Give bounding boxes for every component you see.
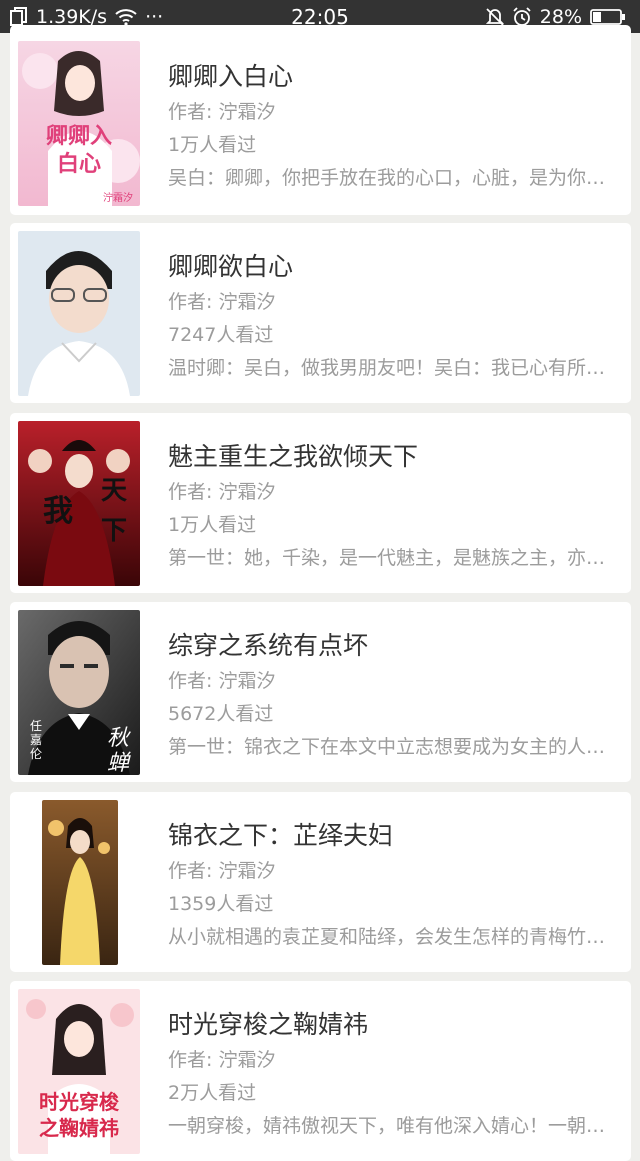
svg-text:蝉: 蝉 <box>107 751 131 775</box>
book-author: 作者: 泞霜汐 <box>168 291 276 313</box>
svg-text:天: 天 <box>101 476 127 506</box>
svg-text:下: 下 <box>101 516 127 546</box>
book-card[interactable]: 任 嘉 伦 秋 蝉 综穿之系统有点坏 作者: 泞霜汐 5672人看过 第一世：锦… <box>10 602 631 782</box>
book-cover-image: 时光穿梭 之鞠婧祎 <box>18 989 140 1154</box>
book-description: 温时卿：吴白，做我男朋友吧！吴白：我已心有所属。 <box>168 357 611 379</box>
svg-text:时光穿梭: 时光穿梭 <box>39 1090 120 1114</box>
svg-text:嘉: 嘉 <box>30 733 42 747</box>
book-views: 7247人看过 <box>168 324 274 346</box>
book-info: 综穿之系统有点坏 作者: 泞霜汐 5672人看过 第一世：锦衣之下在本文中立志想… <box>168 628 611 764</box>
book-card[interactable]: 卿卿欲白心 作者: 泞霜汐 7247人看过 温时卿：吴白，做我男朋友吧！吴白：我… <box>10 223 631 403</box>
svg-text:白心: 白心 <box>57 151 101 177</box>
alarm-clock-icon <box>512 6 532 27</box>
book-cover-image: 卿卿入 白心 泞霜汐 <box>18 41 140 206</box>
book-cover-image <box>42 800 118 965</box>
svg-text:泞霜汐: 泞霜汐 <box>103 191 133 204</box>
svg-text:伦: 伦 <box>30 746 42 761</box>
book-description: 第一世：她，千染，是一代魅主，是魅族之主，亦是天下之主。 <box>168 547 611 569</box>
book-description: 从小就相遇的袁芷夏和陆绎，会发生怎样的青梅竹马的故事呢？ <box>168 926 611 948</box>
book-title: 综穿之系统有点坏 <box>168 631 369 660</box>
book-description: 吴白：卿卿，你把手放在我的心口，心脏，是为你跳动的。 <box>168 167 611 189</box>
book-title: 魅主重生之我欲倾天下 <box>168 442 419 471</box>
book-info: 锦衣之下：芷绎夫妇 作者: 泞霜汐 1359人看过 从小就相遇的袁芷夏和陆绎，会… <box>168 818 611 954</box>
book-card[interactable]: 卿卿入 白心 泞霜汐 卿卿入白心 作者: 泞霜汐 1万人看过 吴白：卿卿，你把手… <box>10 25 631 215</box>
svg-text:任: 任 <box>30 719 42 733</box>
book-title: 锦衣之下：芷绎夫妇 <box>168 821 394 850</box>
book-views: 5672人看过 <box>168 703 274 725</box>
book-cover-image <box>18 231 140 396</box>
book-views: 2万人看过 <box>168 1082 257 1104</box>
book-views: 1359人看过 <box>168 893 274 915</box>
book-author: 作者: 泞霜汐 <box>168 481 276 503</box>
book-author: 作者: 泞霜汐 <box>168 670 276 692</box>
battery-icon <box>590 8 626 26</box>
book-views: 1万人看过 <box>168 514 257 536</box>
book-title: 时光穿梭之鞠婧祎 <box>168 1010 369 1039</box>
book-author: 作者: 泞霜汐 <box>168 860 276 882</box>
book-title: 卿卿欲白心 <box>168 252 294 281</box>
book-author: 作者: 泞霜汐 <box>168 101 276 123</box>
svg-text:我: 我 <box>43 494 73 529</box>
copy-icon <box>10 6 28 27</box>
book-card[interactable]: 锦衣之下：芷绎夫妇 作者: 泞霜汐 1359人看过 从小就相遇的袁芷夏和陆绎，会… <box>10 792 631 972</box>
book-title: 卿卿入白心 <box>168 62 294 91</box>
book-cover-image: 任 嘉 伦 秋 蝉 <box>18 610 140 775</box>
svg-text:卿卿入: 卿卿入 <box>46 124 112 149</box>
book-card[interactable]: 我 天 下 魅主重生之我欲倾天下 作者: 泞霜汐 1万人看过 第一世：她，千染，… <box>10 413 631 593</box>
book-author: 作者: 泞霜汐 <box>168 1049 276 1071</box>
book-card[interactable]: 时光穿梭 之鞠婧祎 时光穿梭之鞠婧祎 作者: 泞霜汐 2万人看过 一朝穿梭，婧祎… <box>10 981 631 1161</box>
book-info: 卿卿欲白心 作者: 泞霜汐 7247人看过 温时卿：吴白，做我男朋友吧！吴白：我… <box>168 249 611 385</box>
book-info: 卿卿入白心 作者: 泞霜汐 1万人看过 吴白：卿卿，你把手放在我的心口，心脏，是… <box>168 59 611 195</box>
book-info: 魅主重生之我欲倾天下 作者: 泞霜汐 1万人看过 第一世：她，千染，是一代魅主，… <box>168 439 611 575</box>
svg-text:秋: 秋 <box>107 726 131 751</box>
book-description: 一朝穿梭，婧祎傲视天下，唯有他深入婧心！一朝穿梭。 <box>168 1115 611 1137</box>
svg-text:之鞠婧祎: 之鞠婧祎 <box>39 1116 119 1140</box>
wifi-icon <box>115 8 137 26</box>
book-views: 1万人看过 <box>168 134 257 156</box>
mute-bell-icon <box>485 7 504 27</box>
book-cover-image: 我 天 下 <box>18 421 140 586</box>
book-info: 时光穿梭之鞠婧祎 作者: 泞霜汐 2万人看过 一朝穿梭，婧祎傲视天下，唯有他深入… <box>168 1007 611 1143</box>
book-description: 第一世：锦衣之下在本文中立志想要成为女主的人生赢家。 <box>168 736 611 758</box>
